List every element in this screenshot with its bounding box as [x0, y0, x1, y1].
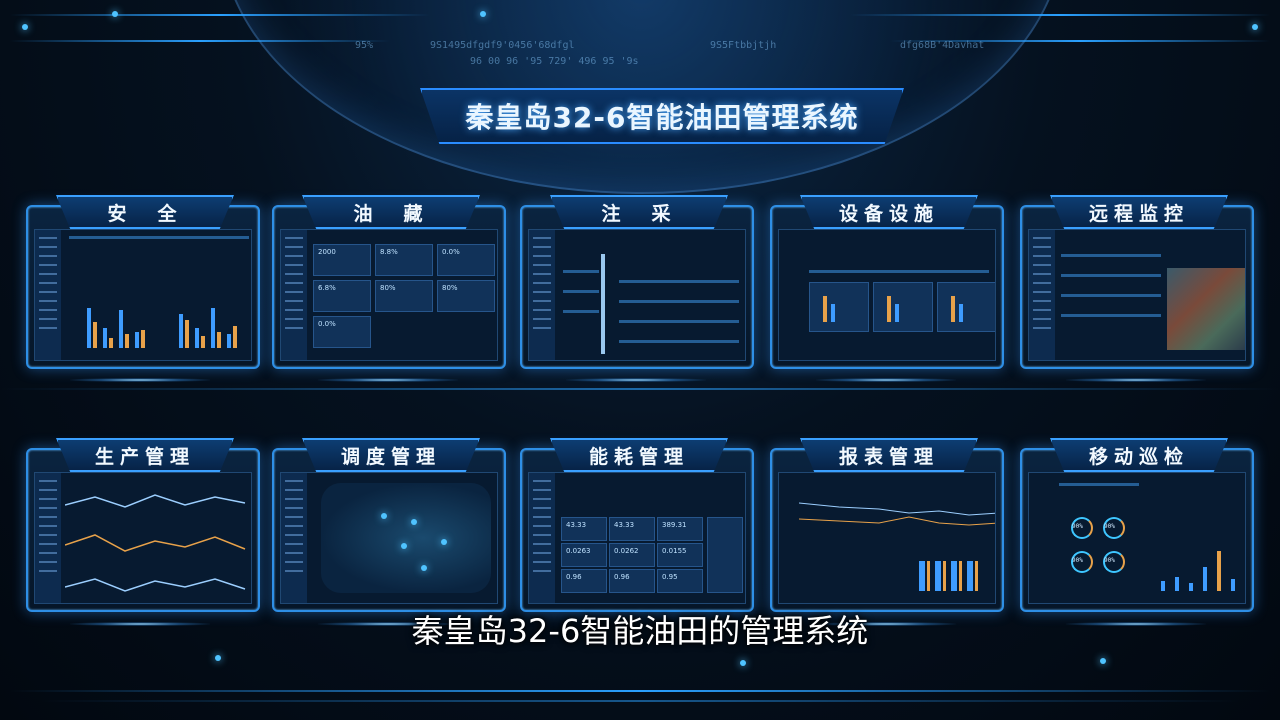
module-label: 移动巡检	[1088, 445, 1189, 468]
kpi-value: 0.0%	[318, 320, 336, 328]
energy-value: 0.0155	[662, 547, 687, 555]
module-tab: 移动巡检	[1050, 438, 1228, 472]
hud-line	[40, 700, 1240, 702]
module-label: 安 全	[107, 202, 183, 225]
energy-value: 0.96	[614, 573, 630, 581]
hud-line	[850, 14, 1270, 16]
module-preview-screen: 90% 90% 90% 90%	[1028, 472, 1246, 604]
hud-dot	[1252, 24, 1258, 30]
module-preview-screen	[528, 229, 746, 361]
module-label: 报表管理	[838, 445, 939, 468]
trend-lines	[65, 494, 246, 592]
kpi-value: 80%	[380, 284, 396, 292]
module-card-reservoir[interactable]: 油 藏 2000 8.8% 0.0% 6.8% 80% 80% 0.0%	[272, 195, 506, 369]
module-preview-screen	[34, 472, 252, 604]
module-tab: 远程监控	[1050, 195, 1228, 229]
module-card-production[interactable]: 生产管理	[26, 438, 260, 612]
hud-line	[0, 388, 1280, 390]
module-label: 能耗管理	[588, 445, 689, 468]
ring-value: 90%	[1072, 523, 1083, 530]
video-subtitle: 秦皇岛32-6智能油田的管理系统	[411, 612, 869, 650]
map-marker	[381, 513, 387, 519]
ring-value: 90%	[1104, 557, 1115, 564]
module-preview-screen	[778, 229, 996, 361]
map-graphic	[321, 483, 491, 593]
hud-dot	[480, 11, 486, 17]
ring-value: 90%	[1104, 523, 1115, 530]
hud-dot	[215, 655, 221, 661]
module-label: 油 藏	[353, 202, 429, 225]
energy-value: 0.0262	[614, 547, 639, 555]
kpi-value: 0.0%	[442, 248, 460, 256]
hud-line	[10, 40, 390, 42]
system-title: 秦皇岛32-6智能油田管理系统	[465, 101, 859, 134]
hud-dot	[1100, 658, 1106, 664]
hud-line	[10, 690, 1270, 692]
energy-value: 43.33	[566, 521, 587, 529]
energy-value: 389.31	[662, 521, 687, 529]
module-card-dispatch[interactable]: 调度管理	[272, 438, 506, 612]
hud-code: 96 00 96 '95 729' 496 95 '9s	[470, 56, 639, 67]
energy-value: 43.33	[614, 521, 635, 529]
hud-dot	[22, 24, 28, 30]
module-tab: 生产管理	[56, 438, 234, 472]
module-tab: 能耗管理	[550, 438, 728, 472]
module-label: 设备设施	[838, 202, 939, 225]
kpi-value: 8.8%	[380, 248, 398, 256]
module-tab: 调度管理	[302, 438, 480, 472]
module-tab: 设备设施	[800, 195, 978, 229]
module-tab: 油 藏	[302, 195, 480, 229]
module-label: 注 采	[601, 202, 677, 225]
module-label: 调度管理	[340, 445, 441, 468]
energy-value: 0.0263	[566, 547, 591, 555]
kpi-value: 2000	[318, 248, 336, 256]
camera-feed-image	[1167, 268, 1245, 350]
module-preview-screen	[34, 229, 252, 361]
module-preview-screen: 43.33 43.33 389.31 0.0263 0.0262 0.0155 …	[528, 472, 746, 604]
module-preview-screen	[280, 472, 498, 604]
hud-dot	[740, 660, 746, 666]
module-preview-screen	[778, 472, 996, 604]
ring-value: 90%	[1072, 557, 1083, 564]
module-card-report[interactable]: 报表管理	[770, 438, 1004, 612]
hud-code: dfg68B'4Davhat	[900, 40, 985, 51]
module-tab: 报表管理	[800, 438, 978, 472]
module-card-inspection[interactable]: 移动巡检 90% 90% 90% 90%	[1020, 438, 1254, 612]
kpi-value: 6.8%	[318, 284, 336, 292]
module-card-safety[interactable]: 安 全	[26, 195, 260, 369]
energy-value: 0.96	[566, 573, 582, 581]
module-label: 远程监控	[1088, 202, 1189, 225]
hud-code: 95%	[355, 40, 374, 51]
module-card-injection[interactable]: 注 采	[520, 195, 754, 369]
wellbore-graphic	[601, 254, 605, 354]
hud-line	[10, 14, 430, 16]
system-title-banner: 秦皇岛32-6智能油田管理系统	[420, 88, 904, 144]
hud-code: 9S1495dfgdf9'0456'68dfgl	[430, 40, 575, 51]
energy-value: 0.95	[662, 573, 678, 581]
report-line-chart	[799, 502, 995, 526]
module-label: 生产管理	[94, 445, 195, 468]
hud-dot	[112, 11, 118, 17]
map-marker	[411, 519, 417, 525]
kpi-value: 80%	[442, 284, 458, 292]
map-marker	[441, 539, 447, 545]
module-card-remote[interactable]: 远程监控	[1020, 195, 1254, 369]
module-preview-screen	[1028, 229, 1246, 361]
hud-code: 9S5Ftbbjtjh	[710, 40, 777, 51]
module-card-energy[interactable]: 能耗管理 43.33 43.33 389.31 0.0263 0.0262 0.…	[520, 438, 754, 612]
module-preview-screen: 2000 8.8% 0.0% 6.8% 80% 80% 0.0%	[280, 229, 498, 361]
module-tab: 注 采	[550, 195, 728, 229]
module-tab: 安 全	[56, 195, 234, 229]
map-marker	[401, 543, 407, 549]
map-marker	[421, 565, 427, 571]
module-card-equipment[interactable]: 设备设施	[770, 195, 1004, 369]
